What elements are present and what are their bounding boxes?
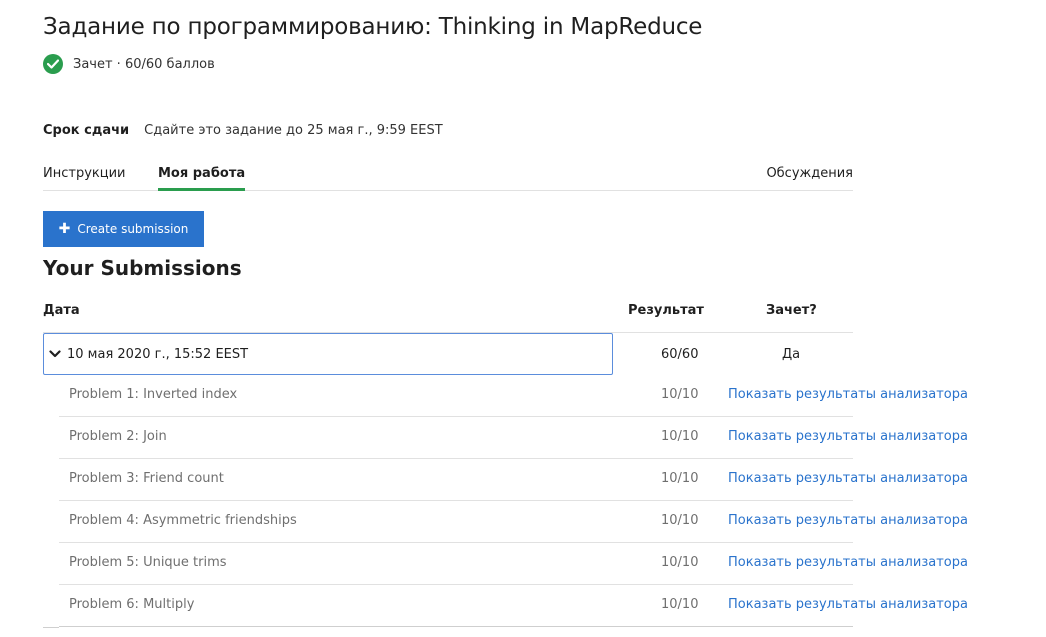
problem-name: Problem 4: Asymmetric friendships <box>69 513 297 528</box>
column-header-passed: Зачет? <box>766 303 817 318</box>
tab-my-work[interactable]: Моя работа <box>158 160 246 191</box>
submission-passed: Да <box>782 347 801 362</box>
problem-list: Problem 1: Inverted index 10/10 Показать… <box>59 375 968 627</box>
problem-row: Problem 5: Unique trims 10/10 Показать р… <box>59 543 968 585</box>
problem-score: 10/10 <box>661 429 699 444</box>
show-grader-output-link[interactable]: Показать результаты анализатора <box>728 471 968 486</box>
check-circle-icon <box>43 54 63 74</box>
tab-bar: Инструкции Моя работа Обсуждения <box>43 160 853 191</box>
show-grader-output-link[interactable]: Показать результаты анализатора <box>728 597 968 612</box>
problem-name: Problem 2: Join <box>69 429 167 444</box>
problem-name: Problem 3: Friend count <box>69 471 224 486</box>
column-header-result: Результат <box>628 303 704 318</box>
problem-name: Problem 6: Multiply <box>69 597 195 612</box>
problem-score: 10/10 <box>661 597 699 612</box>
problem-row: Problem 2: Join 10/10 Показать результат… <box>59 417 968 459</box>
problem-row: Problem 4: Asymmetric friendships 10/10 … <box>59 501 968 543</box>
problem-score: 10/10 <box>661 555 699 570</box>
table-divider <box>43 627 59 628</box>
deadline-text: Сдайте это задание до 25 мая г., 9:59 EE… <box>144 122 443 138</box>
problem-row: Problem 6: Multiply 10/10 Показать резул… <box>59 585 968 627</box>
submissions-title: Your Submissions <box>43 256 242 280</box>
grade-status: Зачет · 60/60 баллов <box>43 53 215 75</box>
problem-name: Problem 5: Unique trims <box>69 555 227 570</box>
tab-discussions[interactable]: Обсуждения <box>766 160 853 191</box>
problem-row: Problem 1: Inverted index 10/10 Показать… <box>59 375 968 417</box>
submission-score: 60/60 <box>661 347 699 362</box>
show-grader-output-link[interactable]: Показать результаты анализатора <box>728 429 968 444</box>
deadline-label: Срок сдачи <box>43 122 130 138</box>
problem-score: 10/10 <box>661 387 699 402</box>
show-grader-output-link[interactable]: Показать результаты анализатора <box>728 513 968 528</box>
plus-icon: ✚ <box>58 221 71 237</box>
problem-row: Problem 3: Friend count 10/10 Показать р… <box>59 459 968 501</box>
create-submission-button[interactable]: ✚ Create submission <box>43 211 204 247</box>
column-header-date: Дата <box>43 303 80 318</box>
grade-status-text: Зачет · 60/60 баллов <box>73 56 215 72</box>
show-grader-output-link[interactable]: Показать результаты анализатора <box>728 555 968 570</box>
create-submission-label: Create submission <box>77 222 189 236</box>
deadline: Срок сдачи Сдайте это задание до 25 мая … <box>43 121 443 139</box>
submission-expand-toggle[interactable]: 10 мая 2020 г., 15:52 EEST <box>43 333 613 375</box>
problem-score: 10/10 <box>661 471 699 486</box>
problem-name: Problem 1: Inverted index <box>69 387 238 402</box>
chevron-down-icon <box>44 333 66 375</box>
submission-date: 10 мая 2020 г., 15:52 EEST <box>67 346 249 362</box>
problem-score: 10/10 <box>661 513 699 528</box>
show-grader-output-link[interactable]: Показать результаты анализатора <box>728 387 968 402</box>
tab-instructions[interactable]: Инструкции <box>43 160 126 191</box>
page-title: Задание по программированию: Thinking in… <box>43 14 703 40</box>
submission-row: 10 мая 2020 г., 15:52 EEST 60/60 Да <box>43 332 853 375</box>
